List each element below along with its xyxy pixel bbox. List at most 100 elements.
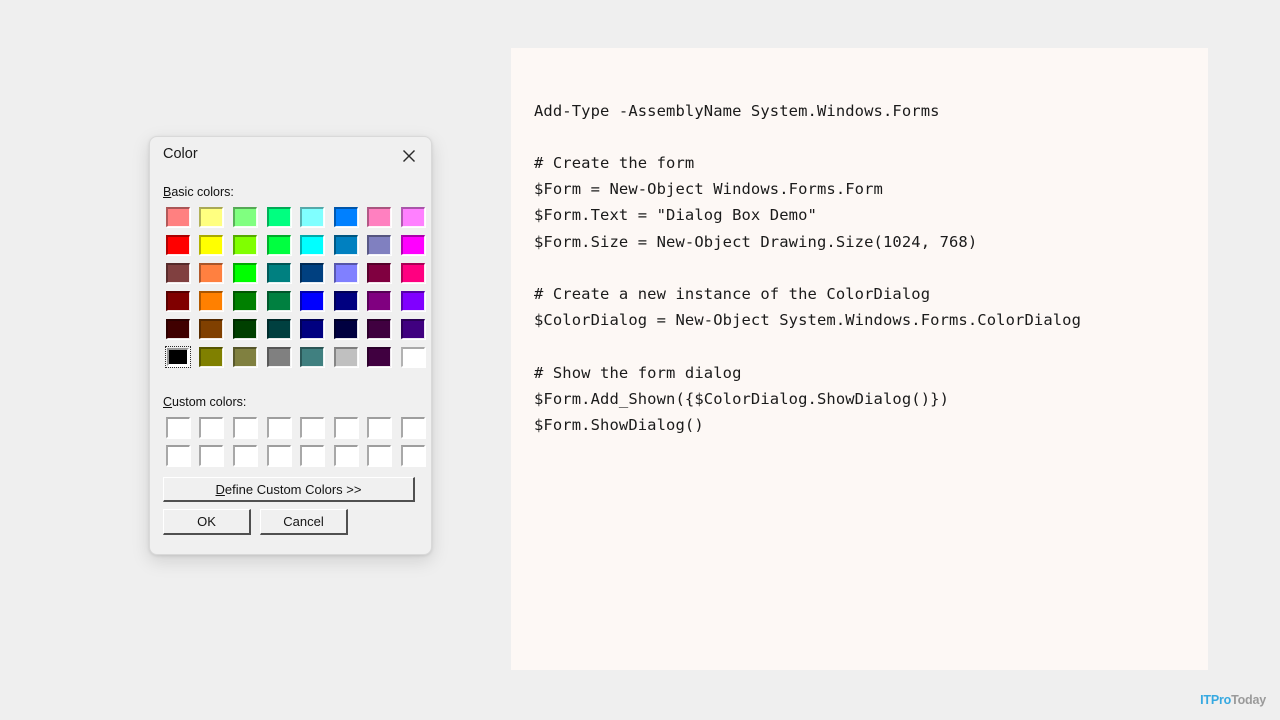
- swatch-fill: [333, 291, 358, 311]
- dialog-title: Color: [163, 146, 198, 162]
- basic-color-swatch[interactable]: [363, 259, 397, 287]
- basic-color-swatch[interactable]: [329, 259, 363, 287]
- define-custom-colors-button[interactable]: Define Custom Colors >>: [163, 477, 415, 502]
- basic-color-swatch[interactable]: [295, 259, 329, 287]
- basic-color-swatch[interactable]: [228, 287, 262, 315]
- close-icon[interactable]: [386, 137, 431, 175]
- basic-color-swatch[interactable]: [329, 315, 363, 343]
- basic-color-swatch[interactable]: [228, 231, 262, 259]
- custom-colors-label-text: ustom colors:: [172, 395, 247, 409]
- swatch-fill: [266, 291, 291, 311]
- custom-color-swatch[interactable]: [228, 413, 262, 441]
- swatch-frame: [366, 262, 392, 284]
- basic-color-swatch[interactable]: [363, 315, 397, 343]
- custom-colors-grid[interactable]: [161, 413, 430, 469]
- custom-color-swatch[interactable]: [363, 441, 397, 469]
- swatch-fill: [199, 347, 224, 367]
- basic-color-swatch[interactable]: [295, 287, 329, 315]
- basic-color-swatch[interactable]: [161, 343, 195, 371]
- basic-color-swatch[interactable]: [262, 315, 296, 343]
- basic-color-swatch[interactable]: [363, 343, 397, 371]
- custom-color-swatch[interactable]: [262, 441, 296, 469]
- basic-color-swatch[interactable]: [228, 315, 262, 343]
- basic-color-swatch[interactable]: [396, 259, 430, 287]
- basic-color-swatch[interactable]: [329, 231, 363, 259]
- cancel-button[interactable]: Cancel: [260, 509, 348, 535]
- swatch-fill: [400, 416, 425, 438]
- custom-color-swatch[interactable]: [295, 413, 329, 441]
- swatch-fill: [266, 319, 291, 339]
- custom-color-swatch[interactable]: [195, 441, 229, 469]
- basic-color-swatch[interactable]: [161, 315, 195, 343]
- custom-color-swatch[interactable]: [396, 441, 430, 469]
- swatch-fill: [165, 319, 190, 339]
- basic-color-swatch[interactable]: [396, 203, 430, 231]
- swatch-frame: [232, 318, 258, 340]
- brand-logo-secondary: Today: [1231, 693, 1266, 707]
- basic-colors-grid[interactable]: [161, 203, 430, 371]
- brand-logo-primary: ITPro: [1200, 693, 1232, 707]
- basic-color-swatch[interactable]: [228, 203, 262, 231]
- custom-color-swatch[interactable]: [363, 413, 397, 441]
- basic-color-swatch[interactable]: [195, 259, 229, 287]
- custom-color-swatch[interactable]: [161, 413, 195, 441]
- swatch-fill: [266, 444, 291, 466]
- swatch-fill: [367, 207, 392, 227]
- basic-color-swatch[interactable]: [295, 203, 329, 231]
- ok-button[interactable]: OK: [163, 509, 251, 535]
- basic-color-swatch[interactable]: [396, 287, 430, 315]
- swatch-fill: [199, 291, 224, 311]
- basic-color-swatch[interactable]: [161, 287, 195, 315]
- basic-colors-label: Basic colors:: [163, 185, 234, 199]
- basic-color-swatch[interactable]: [295, 231, 329, 259]
- color-dialog: Color Basic colors: Custom colors: Defin…: [149, 136, 432, 555]
- basic-color-swatch[interactable]: [262, 343, 296, 371]
- custom-color-swatch[interactable]: [396, 413, 430, 441]
- custom-color-swatch[interactable]: [262, 413, 296, 441]
- swatch-fill: [266, 347, 291, 367]
- basic-color-swatch[interactable]: [228, 343, 262, 371]
- basic-color-swatch[interactable]: [262, 259, 296, 287]
- basic-color-swatch[interactable]: [161, 259, 195, 287]
- swatch-fill: [165, 416, 190, 438]
- basic-color-swatch[interactable]: [195, 287, 229, 315]
- swatch-fill: [400, 291, 425, 311]
- basic-color-swatch[interactable]: [195, 231, 229, 259]
- basic-color-swatch[interactable]: [195, 343, 229, 371]
- custom-color-swatch[interactable]: [195, 413, 229, 441]
- swatch-frame: [232, 206, 258, 228]
- custom-colors-accelerator: C: [163, 395, 173, 409]
- basic-color-swatch[interactable]: [329, 203, 363, 231]
- basic-color-swatch[interactable]: [161, 203, 195, 231]
- custom-color-swatch[interactable]: [329, 441, 363, 469]
- custom-color-swatch[interactable]: [295, 441, 329, 469]
- basic-color-swatch[interactable]: [329, 343, 363, 371]
- basic-color-swatch[interactable]: [295, 343, 329, 371]
- basic-color-swatch[interactable]: [295, 315, 329, 343]
- swatch-fill: [199, 444, 224, 466]
- basic-color-swatch[interactable]: [195, 203, 229, 231]
- basic-color-swatch[interactable]: [262, 203, 296, 231]
- basic-color-swatch[interactable]: [228, 259, 262, 287]
- custom-color-swatch[interactable]: [329, 413, 363, 441]
- swatch-fill: [266, 263, 291, 283]
- basic-color-swatch[interactable]: [195, 315, 229, 343]
- basic-color-swatch[interactable]: [363, 203, 397, 231]
- basic-color-swatch[interactable]: [262, 287, 296, 315]
- basic-color-swatch[interactable]: [363, 287, 397, 315]
- basic-color-swatch[interactable]: [363, 231, 397, 259]
- swatch-fill: [166, 348, 189, 366]
- swatch-fill: [300, 347, 325, 367]
- custom-color-swatch[interactable]: [228, 441, 262, 469]
- swatch-fill: [199, 263, 224, 283]
- custom-color-swatch[interactable]: [161, 441, 195, 469]
- basic-color-swatch[interactable]: [396, 315, 430, 343]
- swatch-frame: [165, 262, 191, 284]
- swatch-fill: [165, 235, 190, 255]
- basic-color-swatch[interactable]: [396, 231, 430, 259]
- basic-color-swatch[interactable]: [329, 287, 363, 315]
- swatch-fill: [400, 319, 425, 339]
- basic-color-swatch[interactable]: [396, 343, 430, 371]
- basic-color-swatch[interactable]: [262, 231, 296, 259]
- basic-color-swatch[interactable]: [161, 231, 195, 259]
